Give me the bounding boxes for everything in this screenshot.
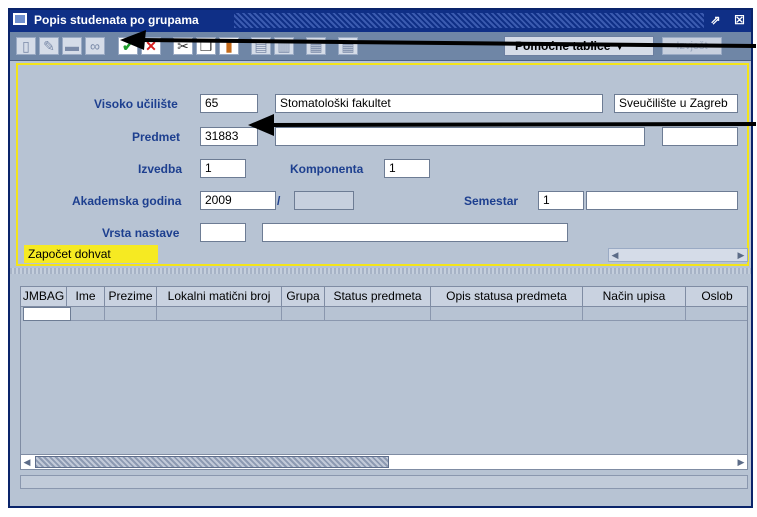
window-icon [13,13,27,25]
visoko-uciliste-name-field[interactable]: Stomatološki fakultet [275,94,603,113]
window-title: Popis studenata po grupama [34,13,199,27]
table-horizontal-scrollbar[interactable]: ◀ ▶ [20,454,748,470]
label-predmet: Predmet [132,130,181,144]
col-oslobodjen[interactable]: Oslob [686,287,747,307]
scroll-left-icon[interactable]: ◀ [21,456,33,468]
university-field[interactable]: Sveučilište u Zagreb [614,94,738,113]
visoko-uciliste-code-field[interactable]: 65 [200,94,258,113]
scroll-left-icon[interactable]: ◀ [609,249,621,261]
status-message: Započet dohvat [24,245,158,263]
main-window: Popis studenata po grupama ⇗ ☒ ▯ ✎ ▬ ∞ ✔… [8,8,753,508]
new-record-icon[interactable]: ▯ [16,37,36,55]
col-prezime[interactable]: Prezime [105,287,157,307]
annotation-arrow-toolbar [120,30,757,50]
table-cell[interactable] [583,307,686,321]
search-icon[interactable]: ∞ [85,37,105,55]
scroll-right-icon[interactable]: ▶ [735,456,747,468]
col-grupa[interactable]: Grupa [282,287,325,307]
label-semestar: Semestar [464,194,519,208]
filter-form: Visoko učilište 65 Stomatološki fakultet… [16,63,749,266]
label-akademska-godina: Akademska godina [72,194,182,208]
label-vrsta-nastave: Vrsta nastave [102,226,180,240]
form-scrollbar[interactable]: ◀ ▶ [608,248,748,262]
close-icon[interactable]: ☒ [732,13,747,28]
table-cell[interactable] [157,307,282,321]
akademska-godina-field[interactable]: 2009 [200,191,276,210]
col-nacin-upisa[interactable]: Način upisa [583,287,686,307]
vrsta-nastave-name-field[interactable] [262,223,568,242]
splitter[interactable] [10,268,751,274]
delete-icon[interactable]: ▬ [62,37,82,55]
komponenta-field[interactable]: 1 [384,159,430,178]
edit-icon[interactable]: ✎ [39,37,59,55]
table-cell[interactable] [431,307,583,321]
col-status-predmeta[interactable]: Status predmeta [325,287,431,307]
izvedba-field[interactable]: 1 [200,159,246,178]
title-pattern [234,13,704,28]
status-bar [20,475,748,489]
col-ime[interactable]: Ime [67,287,105,307]
table-cell[interactable] [71,307,105,321]
semestar-name-field[interactable] [586,191,738,210]
col-opis-statusa-predmeta[interactable]: Opis statusa predmeta [431,287,583,307]
col-jmbag[interactable]: JMBAG [21,287,67,307]
table-cell[interactable] [282,307,325,321]
scroll-thumb[interactable] [35,456,389,468]
table-cell[interactable] [686,307,747,321]
students-table: JMBAG Ime Prezime Lokalni matični broj G… [20,286,748,469]
col-lokalni-maticni-broj[interactable]: Lokalni matični broj [157,287,282,307]
label-komponenta: Komponenta [290,162,364,176]
semestar-field[interactable]: 1 [538,191,584,210]
annotation-arrow-predmet [248,114,757,136]
label-izvedba: Izvedba [138,162,183,176]
akademska-godina-end-field [294,191,354,210]
scroll-right-icon[interactable]: ▶ [735,249,747,261]
title-bar: Popis studenata po grupama ⇗ ☒ [10,10,751,32]
table-cell[interactable] [325,307,431,321]
year-separator: / [277,194,281,208]
label-visoko-uciliste: Visoko učilište [94,97,178,111]
restore-icon[interactable]: ⇗ [708,13,723,28]
table-cell[interactable] [105,307,157,321]
table-cell-jmbag-edit[interactable] [23,307,71,321]
vrsta-nastave-code-field[interactable] [200,223,246,242]
